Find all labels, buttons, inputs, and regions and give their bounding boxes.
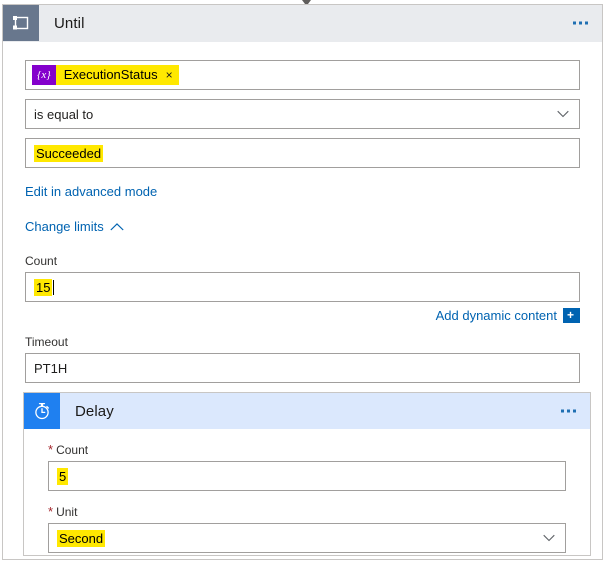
delay-unit-label-text: Unit (56, 505, 77, 519)
delay-count-label-text: Count (56, 443, 88, 457)
until-action-card: Until {x} ExecutionStatus × is e (2, 4, 603, 560)
delay-unit-select[interactable]: Second (48, 523, 566, 553)
condition-operator-select[interactable]: is equal to (25, 99, 580, 129)
change-limits-label: Change limits (25, 219, 104, 234)
required-asterisk: * (48, 505, 53, 518)
delay-card-body: * Count 5 * Unit Second (24, 443, 590, 553)
condition-left-operand-row: {x} ExecutionStatus × (25, 60, 580, 90)
ellipsis-dot (579, 22, 582, 25)
ellipsis-dot (561, 410, 564, 413)
dynamic-content-token[interactable]: {x} ExecutionStatus × (32, 65, 179, 85)
until-count-input[interactable]: 15 (25, 272, 580, 302)
delay-overflow-menu-button[interactable] (561, 410, 576, 413)
delay-count-input[interactable]: 5 (48, 461, 566, 491)
token-text: ExecutionStatus (64, 65, 158, 85)
until-timeout-label: Timeout (25, 335, 580, 349)
condition-operator-row: is equal to (25, 99, 580, 129)
text-cursor (53, 280, 54, 295)
delay-card-title: Delay (75, 403, 114, 420)
ellipsis-dot (567, 410, 570, 413)
ellipsis-dot (585, 22, 588, 25)
condition-right-operand-row: Succeeded (25, 138, 580, 168)
until-card-title: Until (54, 15, 85, 32)
condition-right-operand-input[interactable]: Succeeded (25, 138, 580, 168)
until-count-value: 15 (34, 279, 52, 296)
delay-unit-value: Second (57, 530, 105, 547)
token-remove-icon[interactable]: × (166, 69, 173, 82)
until-card-header[interactable]: Until (3, 5, 602, 42)
edit-in-advanced-mode-link[interactable]: Edit in advanced mode (25, 184, 157, 199)
until-loop-icon (3, 5, 39, 41)
delay-action-card: Delay * Count 5 * (23, 392, 591, 556)
delay-count-row: * Count 5 (48, 443, 566, 491)
token-label: ExecutionStatus × (56, 65, 179, 85)
change-limits-toggle[interactable]: Change limits (25, 219, 124, 234)
required-asterisk: * (48, 443, 53, 456)
delay-count-value: 5 (57, 468, 68, 485)
chevron-down-icon (543, 535, 555, 542)
delay-unit-row: * Unit Second (48, 505, 566, 553)
condition-operator-value: is equal to (34, 107, 93, 122)
ellipsis-dot (573, 22, 576, 25)
until-count-label: Count (25, 254, 580, 268)
expression-token-badge-icon: {x} (32, 65, 56, 85)
chevron-down-icon (557, 111, 569, 118)
advanced-mode-row: Edit in advanced mode (25, 184, 580, 199)
until-overflow-menu-button[interactable] (573, 22, 588, 25)
until-timeout-row: Timeout PT1H (25, 335, 580, 383)
until-count-row: Count 15 (25, 254, 580, 302)
condition-right-operand-value: Succeeded (34, 145, 103, 162)
change-limits-row: Change limits (25, 219, 580, 234)
until-card-body: {x} ExecutionStatus × is equal to Succee (3, 60, 602, 400)
add-dynamic-content-label: Add dynamic content (436, 308, 557, 323)
delay-count-label: * Count (48, 443, 566, 457)
delay-unit-label: * Unit (48, 505, 566, 519)
delay-card-header[interactable]: Delay (24, 393, 590, 429)
chevron-up-icon (110, 223, 124, 231)
plus-icon: + (563, 308, 580, 323)
condition-left-operand-input[interactable]: {x} ExecutionStatus × (25, 60, 580, 90)
until-timeout-input[interactable]: PT1H (25, 353, 580, 383)
add-dynamic-content-button[interactable]: Add dynamic content + (25, 308, 580, 323)
ellipsis-dot (573, 410, 576, 413)
until-timeout-value: PT1H (34, 361, 67, 376)
stopwatch-icon (24, 393, 60, 429)
